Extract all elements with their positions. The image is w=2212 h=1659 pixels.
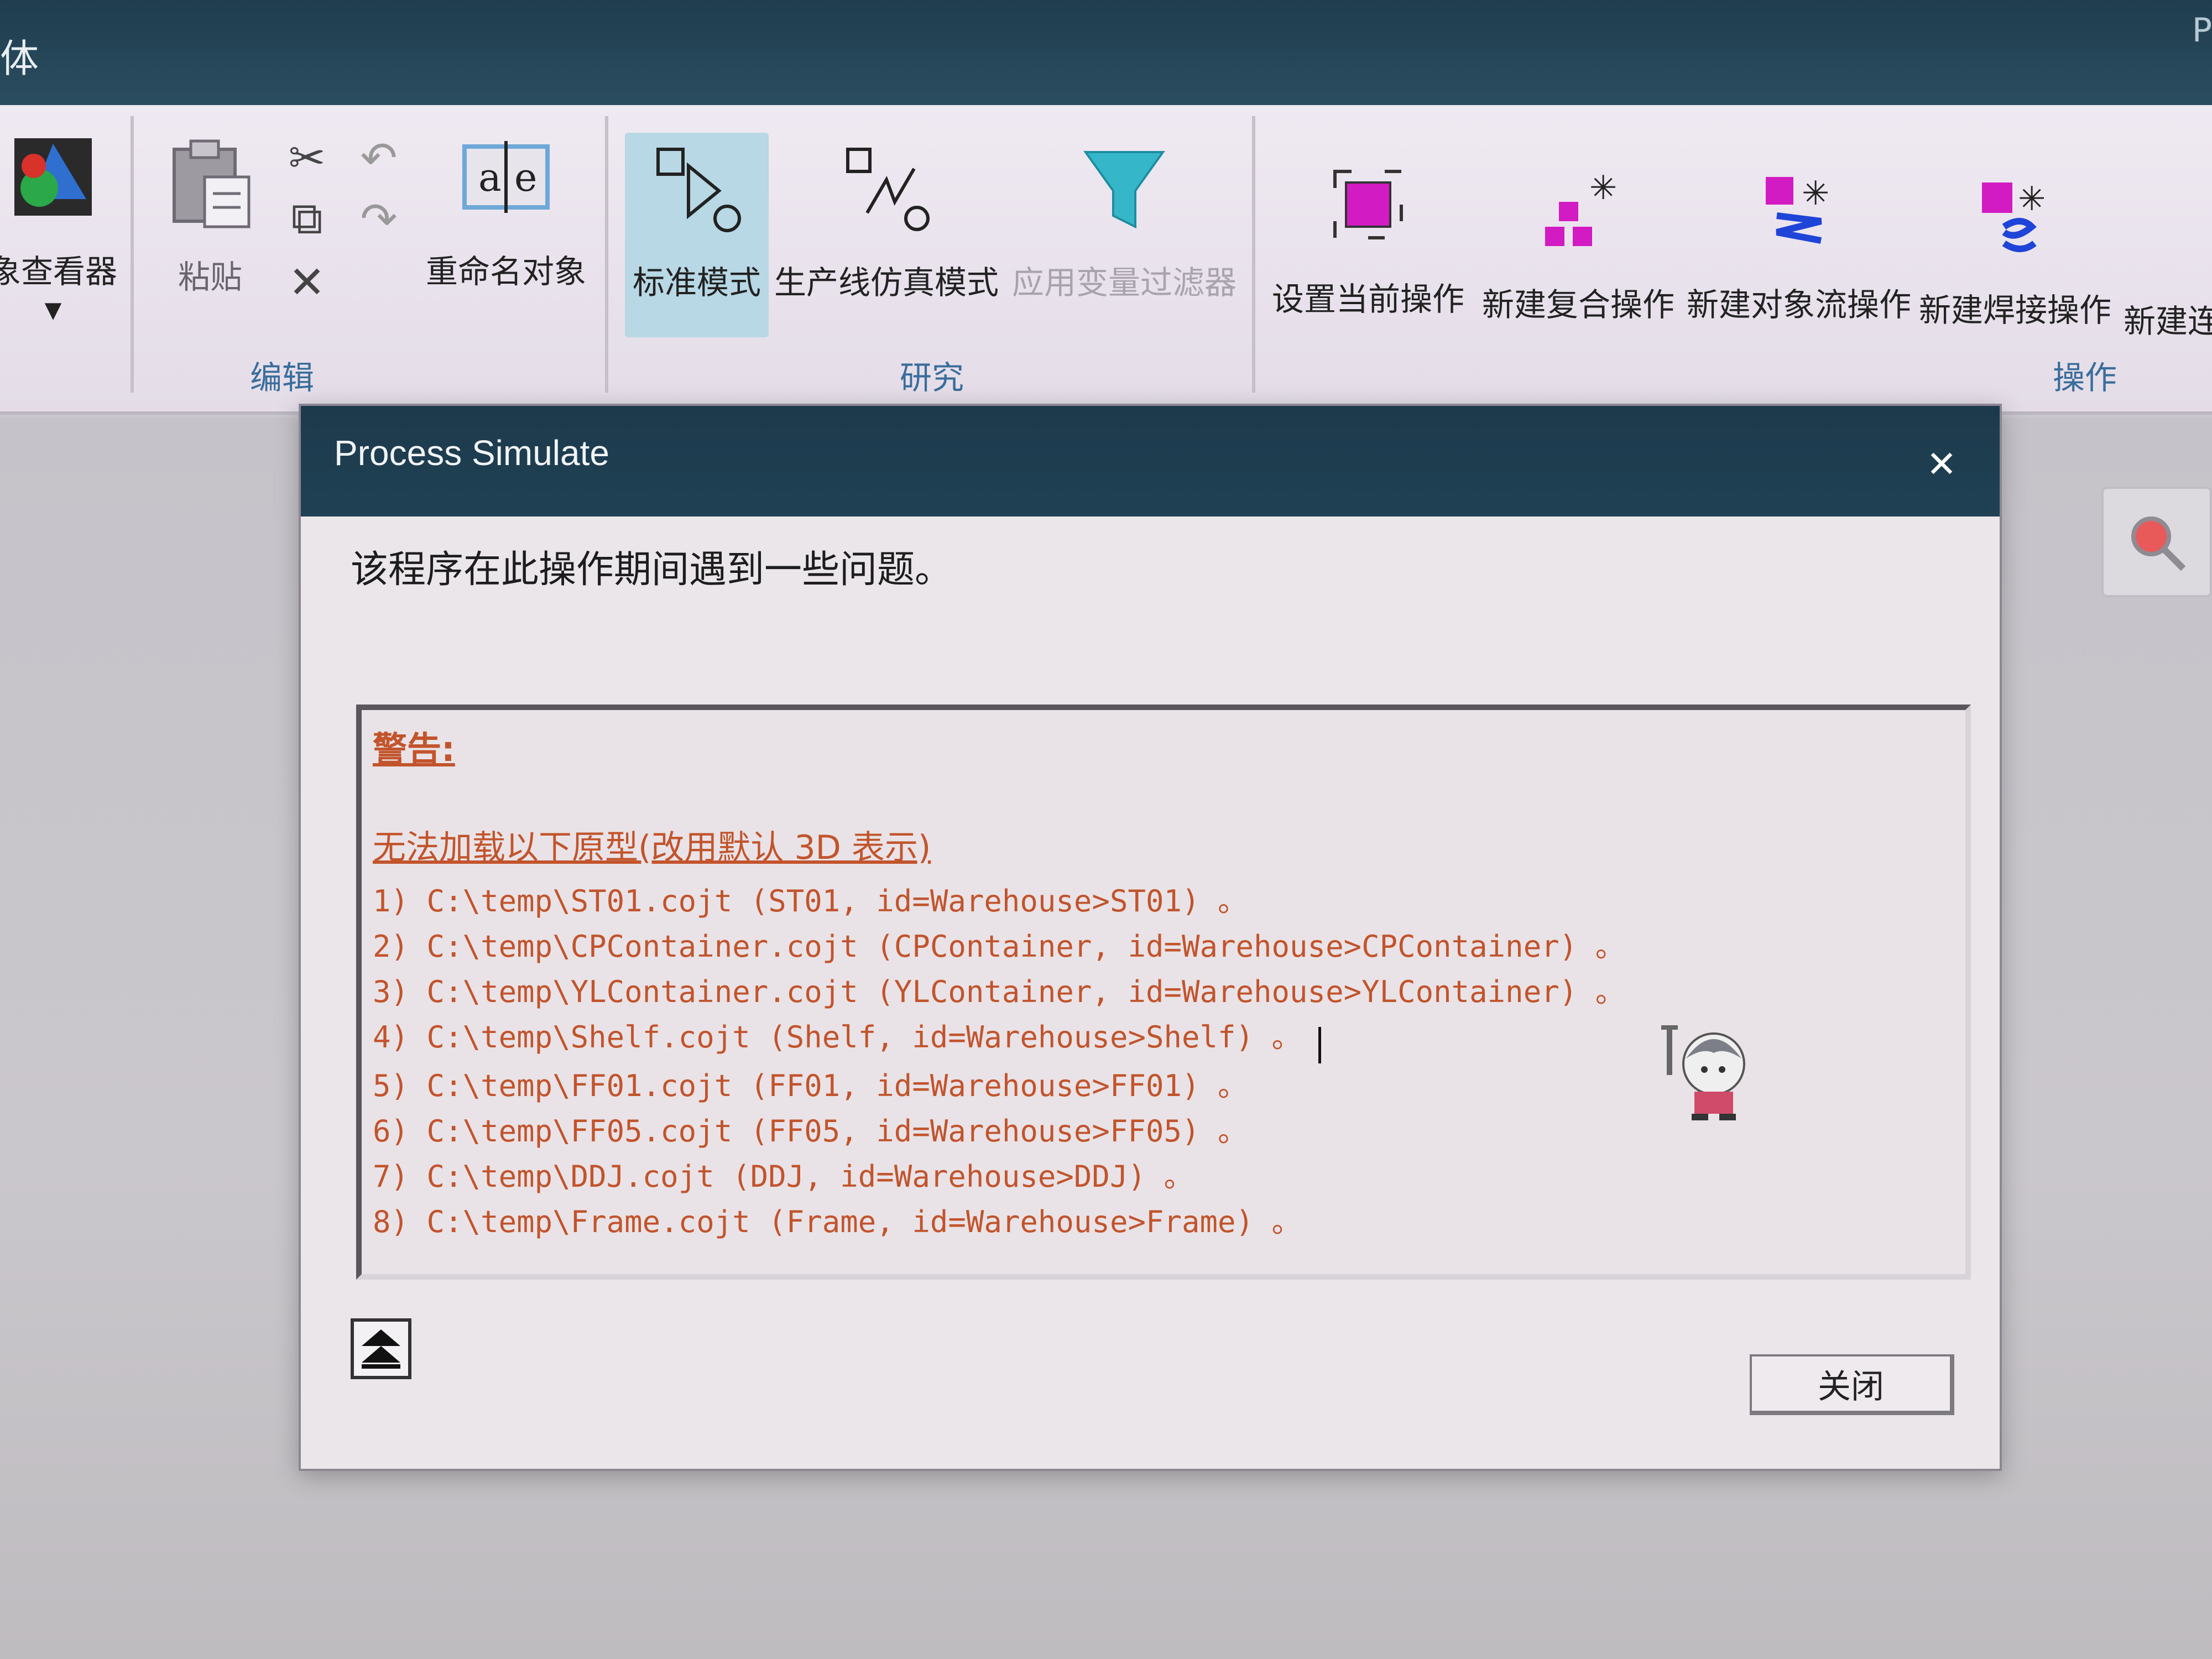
line-simulation-icon xyxy=(831,133,942,243)
ribbon-group-operation: 设置当前操作 ✳ 新建复合操作 ✳ 新建对象流操作 ✳ 新建焊接操作 新建连 操… xyxy=(1261,105,2212,415)
line-simulation-mode-button[interactable]: 生产线仿真模式 xyxy=(774,133,999,303)
dialog-message: 该程序在此操作期间遇到一些问题。 xyxy=(351,548,953,592)
ribbon-separator xyxy=(605,116,608,393)
collapse-details-button[interactable] xyxy=(351,1318,411,1379)
rename-text-icon: a e xyxy=(451,122,561,232)
svg-text:e: e xyxy=(514,155,537,200)
scissors-icon[interactable]: ✂ xyxy=(276,127,337,188)
set-current-operation-icon xyxy=(1313,149,1423,260)
log-line: 7) C:\temp\DDJ.cojt (DDJ, id=Warehouse>D… xyxy=(373,1159,1194,1194)
svg-text:✳: ✳ xyxy=(2018,180,2046,218)
weld-operation-icon: ✳ xyxy=(1960,160,2070,271)
svg-text:✳: ✳ xyxy=(1589,169,1617,207)
warning-log-box[interactable]: 警告: 无法加载以下原型(改用默认 3D 表示) 1) C:\temp\ST01… xyxy=(356,705,1971,1280)
log-line: 1) C:\temp\ST01.cojt (ST01, id=Warehouse… xyxy=(373,884,1248,919)
object-viewer-icon xyxy=(0,122,108,232)
app-title-fragment: 体 xyxy=(0,36,39,81)
chevron-down-icon[interactable]: ▼ xyxy=(45,298,62,323)
set-current-operation-label: 设置当前操作 xyxy=(1272,280,1465,318)
compound-operation-icon: ✳ xyxy=(1523,155,1634,265)
new-continuous-operation-label: 新建连 xyxy=(2124,302,2212,340)
search-button[interactable] xyxy=(2101,487,2212,597)
log-line: 2) C:\temp\CPContainer.cojt (CPContainer… xyxy=(373,929,1625,964)
titlebar-corner-letter: P xyxy=(2192,11,2212,50)
new-object-flow-operation-button[interactable]: ✳ 新建对象流操作 xyxy=(1687,155,1911,325)
mascot-cursor-icon xyxy=(1661,1025,1745,1120)
rename-object-button[interactable]: a e 重命名对象 xyxy=(426,122,586,292)
close-icon[interactable]: ✕ xyxy=(1922,443,1961,486)
paste-icon xyxy=(155,127,265,238)
paste-label: 粘贴 xyxy=(178,258,242,296)
svg-text:a: a xyxy=(478,155,502,200)
text-caret xyxy=(1318,1026,1321,1063)
ribbon-group-research: 标准模式 生产线仿真模式 应用变量过滤器 研究 xyxy=(614,105,1250,415)
paste-button[interactable]: 粘贴 xyxy=(155,127,265,298)
warning-subtitle: 无法加载以下原型(改用默认 3D 表示) xyxy=(373,828,931,867)
set-current-operation-button[interactable]: 设置当前操作 xyxy=(1272,149,1464,320)
standard-mode-button[interactable]: 标准模式 xyxy=(625,133,769,337)
group-label-operation: 操作 xyxy=(2052,359,2117,397)
object-viewer-label: 象查看器 xyxy=(0,253,118,290)
svg-text:✳: ✳ xyxy=(1802,174,1829,213)
line-simulation-mode-label: 生产线仿真模式 xyxy=(774,264,999,301)
new-weld-operation-button[interactable]: ✳ 新建焊接操作 xyxy=(1919,160,2111,331)
apply-variable-filter-button[interactable]: 应用变量过滤器 xyxy=(1012,133,1237,303)
double-chevron-up-icon xyxy=(362,1329,400,1369)
dialog-title: Process Simulate xyxy=(334,433,609,473)
search-icon xyxy=(2131,517,2186,571)
copy-icon[interactable]: ⧉ xyxy=(276,188,337,249)
new-compound-operation-label: 新建复合操作 xyxy=(1482,286,1675,324)
funnel-filter-icon xyxy=(1069,133,1180,243)
group-label-research: 研究 xyxy=(899,359,964,397)
ribbon-separator xyxy=(1252,116,1255,393)
undo-icon[interactable]: ↶ xyxy=(348,127,409,188)
apply-variable-filter-label: 应用变量过滤器 xyxy=(1012,264,1237,301)
dialog-titlebar[interactable]: Process Simulate ✕ xyxy=(301,406,2000,517)
log-line: 3) C:\temp\YLContainer.cojt (YLContainer… xyxy=(373,974,1625,1009)
new-continuous-operation-button[interactable]: 新建连 xyxy=(2124,282,2212,342)
close-button[interactable]: 关闭 xyxy=(1750,1354,1954,1415)
ribbon-group-edit: 粘贴 ✂ ⧉ ✕ ↶ ↷ a e 重命名对象 编辑 xyxy=(133,105,603,415)
log-line: 4) C:\temp\Shelf.cojt (Shelf, id=Warehou… xyxy=(373,1020,1302,1055)
ribbon: 象查看器 ▼ 粘贴 ✂ ⧉ ✕ ↶ ↷ a e 重命名对象 编辑 标准模式 生产… xyxy=(0,105,2212,415)
delete-x-icon[interactable]: ✕ xyxy=(276,252,337,312)
new-object-flow-operation-label: 新建对象流操作 xyxy=(1687,286,1912,324)
app-titlebar: 体 P xyxy=(0,0,2212,105)
new-weld-operation-label: 新建焊接操作 xyxy=(1919,291,2112,329)
warning-title: 警告: xyxy=(373,729,455,769)
log-line: 8) C:\temp\Frame.cojt (Frame, id=Warehou… xyxy=(373,1204,1302,1239)
object-flow-icon: ✳ xyxy=(1744,155,1854,265)
standard-mode-label: 标准模式 xyxy=(632,264,761,301)
group-label-edit: 编辑 xyxy=(249,359,314,397)
error-dialog: Process Simulate ✕ 该程序在此操作期间遇到一些问题。 警告: … xyxy=(299,404,2002,1471)
new-compound-operation-button[interactable]: ✳ 新建复合操作 xyxy=(1482,155,1674,325)
object-viewer-button[interactable]: 象查看器 ▼ xyxy=(0,122,117,323)
redo-icon[interactable]: ↷ xyxy=(348,188,409,249)
standard-mode-icon xyxy=(641,133,752,243)
rename-object-label: 重命名对象 xyxy=(426,253,587,290)
